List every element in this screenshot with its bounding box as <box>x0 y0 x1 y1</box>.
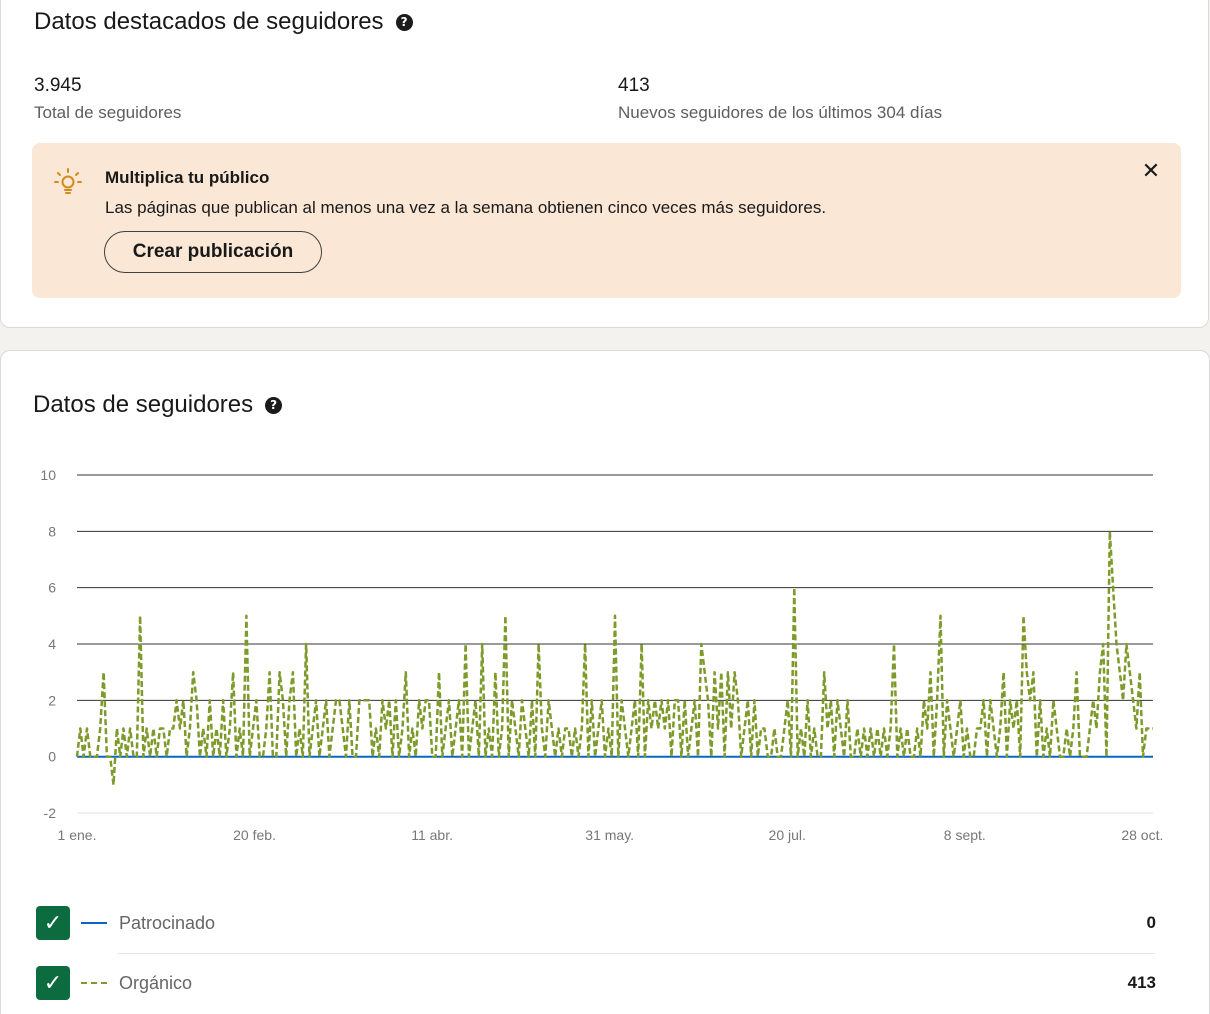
x-tick-label: 20 feb. <box>233 827 276 843</box>
y-tick-label: 6 <box>48 580 56 596</box>
x-tick-label: 1 ene. <box>58 827 97 843</box>
legend-divider <box>118 953 1155 954</box>
x-tick-label: 28 oct. <box>1121 827 1163 843</box>
series-line-organic <box>75 530 1153 787</box>
organic-checkbox[interactable]: ✓ <box>36 966 70 1000</box>
sponsored-checkbox[interactable]: ✓ <box>36 906 70 940</box>
sponsored-swatch <box>81 922 107 924</box>
y-tick-label: 8 <box>48 523 56 539</box>
x-tick-label: 11 abr. <box>411 827 453 843</box>
y-tick-label: -2 <box>44 805 57 821</box>
legend-item-organic: ✓ Orgánico 413 <box>36 966 1156 1000</box>
organic-label: Orgánico <box>119 972 193 993</box>
sponsored-value: 0 <box>1146 913 1156 932</box>
sponsored-label: Patrocinado <box>119 912 216 933</box>
x-tick-label: 31 may. <box>585 827 634 843</box>
y-tick-label: 2 <box>48 692 56 708</box>
followers-line-chart: 10 8 6 4 2 0 -21 ene. 20 feb. 11 abr. 31 may. 20 j… <box>40 467 1163 843</box>
y-tick-label: 4 <box>48 636 56 652</box>
y-tick-label: 10 <box>40 467 56 483</box>
organic-value: 413 <box>1127 973 1156 992</box>
organic-swatch <box>81 982 107 984</box>
x-tick-label: 20 jul. <box>769 827 806 843</box>
legend-item-sponsored: ✓ Patrocinado 0 <box>36 906 1156 940</box>
x-tick-label: 8 sept. <box>944 827 986 843</box>
y-tick-label: 0 <box>48 749 56 765</box>
